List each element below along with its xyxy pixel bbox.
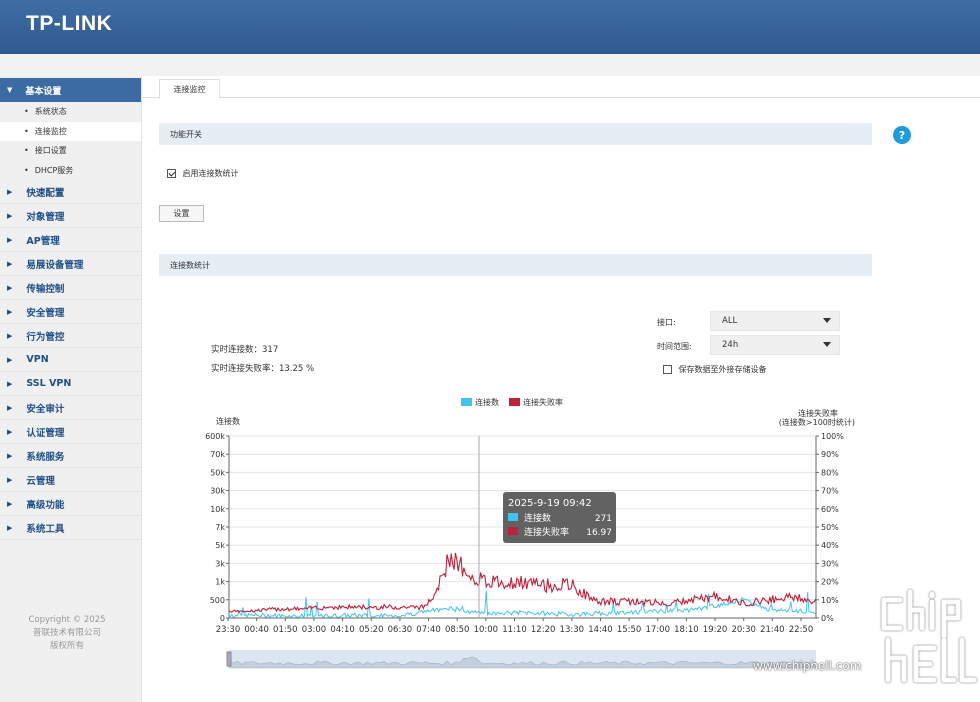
tooltip-time: 2025-9-19 09:42 [508, 498, 592, 509]
y-tick-label-right: 80% [821, 468, 839, 477]
tooltip-series-value: 271 [595, 514, 612, 524]
y-tick-label-left: 1k [215, 578, 225, 587]
site-watermark: www.chiphell.com [753, 659, 862, 673]
x-tick-label: 01:50 [273, 625, 298, 635]
y-axis-right-sublabel: (连接数>100时统计) [779, 417, 855, 427]
x-tick-label: 18:10 [674, 625, 699, 635]
range-handle-left [226, 651, 232, 667]
y-tick-label-left: 10k [210, 505, 225, 514]
connection-chart[interactable]: 连接数 连接失败率连接数连接失败率(连接数>100时统计)0 0%500 10%1k 2… [0, 0, 980, 702]
y-tick-label-left: 0 [220, 614, 225, 623]
x-tick-label: 13:30 [560, 625, 585, 635]
tooltip-swatch [508, 513, 518, 521]
x-tick-label: 17:00 [646, 625, 671, 635]
y-tick-label-right: 90% [821, 450, 839, 459]
y-axis-right-label: 连接失败率 [798, 408, 838, 418]
y-axis-left-label: 连接数 [216, 416, 240, 426]
y-tick-label-left: 7k [215, 523, 225, 532]
y-tick-label-left: 600k [205, 432, 225, 441]
x-tick-label: 05:20 [359, 625, 384, 635]
x-tick-label: 10:00 [474, 625, 499, 635]
x-tick-label: 03:00 [302, 625, 327, 635]
x-tick-label: 06:30 [388, 625, 413, 635]
x-tick-label: 14:40 [588, 625, 613, 635]
y-tick-label-left: 70k [210, 450, 225, 459]
x-tick-label: 04:10 [330, 625, 355, 635]
y-tick-label-left: 5k [215, 541, 225, 550]
y-tick-label-right: 100% [821, 432, 844, 441]
x-tick-label: 11:10 [502, 625, 527, 635]
y-tick-label-left: 3k [215, 559, 225, 568]
legend-swatch [509, 398, 520, 406]
tooltip-swatch [508, 527, 518, 535]
x-tick-label: 00:40 [244, 625, 269, 635]
y-tick-label-right: 40% [821, 541, 839, 550]
chiphell-logo-icon [881, 589, 977, 683]
x-tick-label: 22:50 [789, 625, 814, 635]
y-tick-label-right: 60% [821, 505, 839, 514]
x-tick-label: 19:20 [703, 625, 728, 635]
y-tick-label-right: 10% [821, 596, 839, 605]
x-tick-label: 08:50 [445, 625, 470, 635]
y-tick-label-left: 50k [210, 468, 225, 477]
y-tick-label-right: 0% [821, 614, 834, 623]
legend-label: 连接失败率 [523, 397, 563, 407]
x-tick-label: 15:50 [617, 625, 642, 635]
x-tick-label: 23:30 [216, 625, 241, 635]
x-tick-label: 12:20 [531, 625, 556, 635]
x-tick-label: 21:40 [760, 625, 785, 635]
x-tick-label: 20:30 [731, 625, 756, 635]
y-tick-label-left: 500 [210, 596, 225, 605]
y-tick-label-right: 50% [821, 523, 839, 532]
y-tick-label-right: 70% [821, 487, 839, 496]
legend-swatch [461, 398, 472, 406]
tooltip-series-name: 连接失败率 [524, 526, 569, 538]
tooltip-series-value: 16.97 [586, 528, 612, 538]
y-tick-label-left: 30k [210, 487, 225, 496]
legend-label: 连接数 [475, 397, 499, 407]
tooltip-series-name: 连接数 [524, 512, 551, 524]
series-line-connections [228, 590, 817, 619]
y-tick-label-right: 30% [821, 559, 839, 568]
y-tick-label-right: 20% [821, 578, 839, 587]
x-tick-label: 07:40 [416, 625, 441, 635]
